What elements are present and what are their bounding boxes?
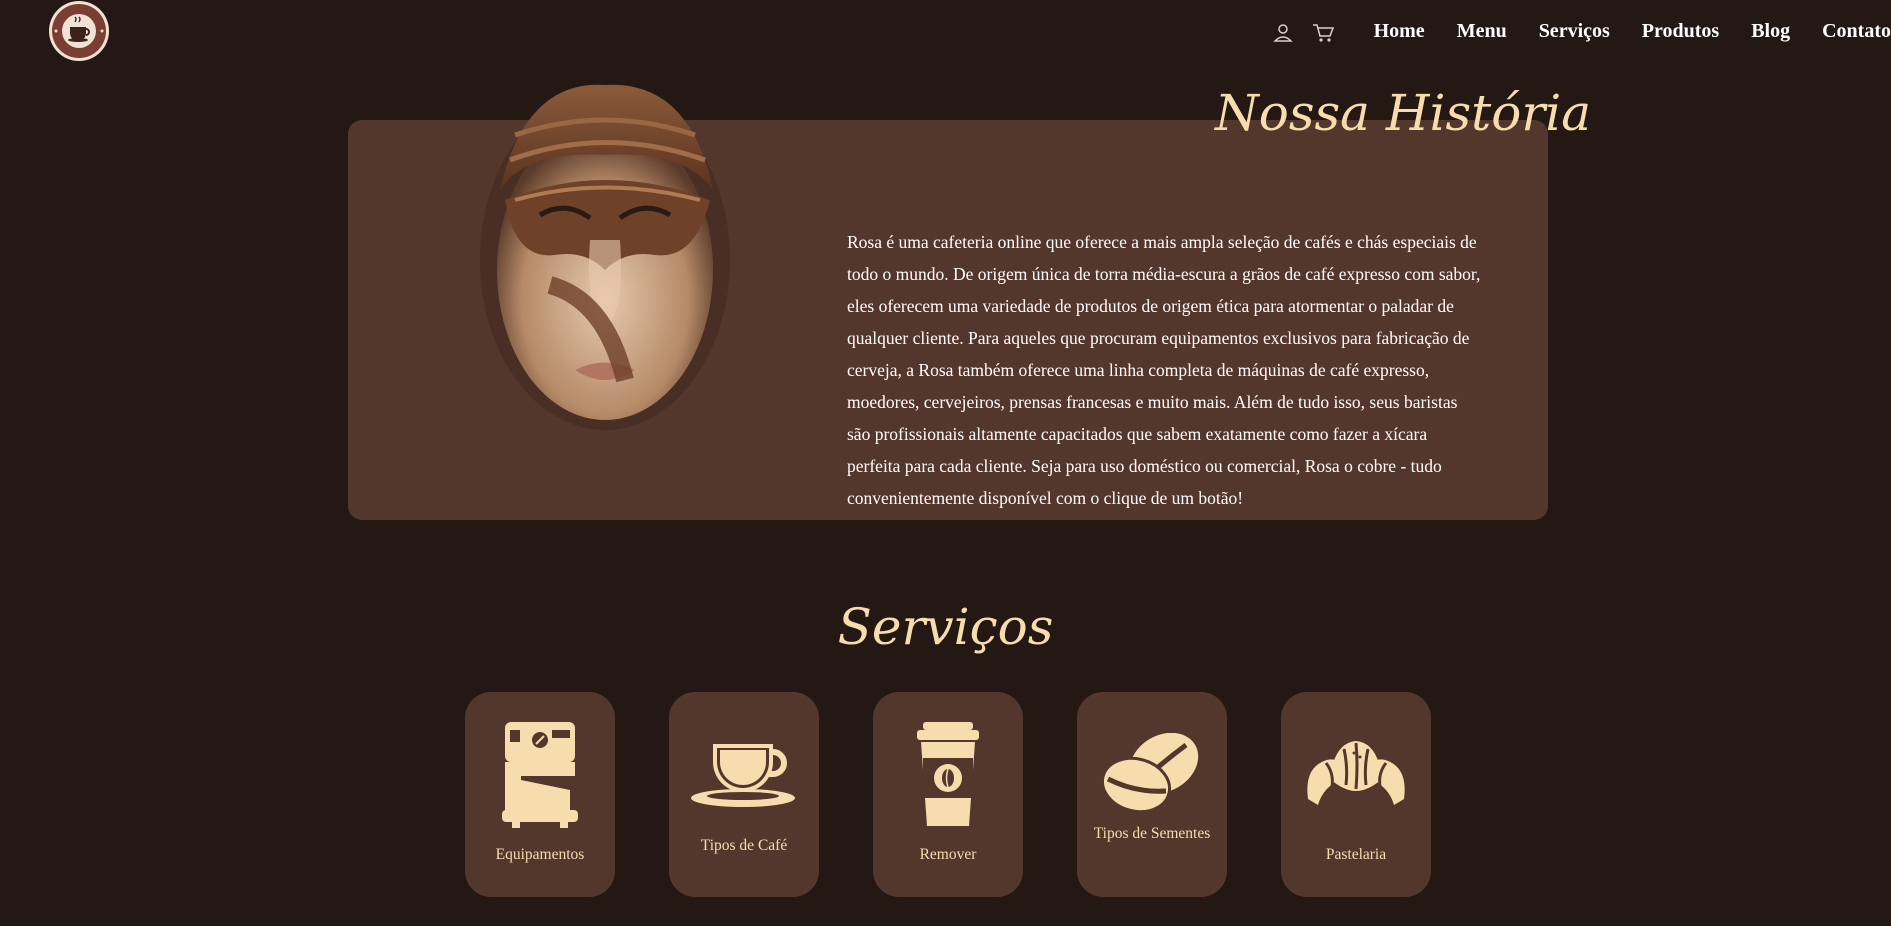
service-label-pastelaria: Pastelaria (1325, 846, 1387, 863)
service-card-equipamentos[interactable]: Equipamentos (465, 692, 615, 897)
main-nav: Home Menu Serviços Produtos Blog Contato (1374, 20, 1891, 43)
nav-blog[interactable]: Blog (1751, 20, 1790, 43)
coffee-cup-icon (669, 720, 819, 830)
nav-contato[interactable]: Contato (1822, 20, 1891, 43)
history-text: Rosa é uma cafeteria online que oferece … (847, 231, 1481, 508)
service-card-remover[interactable]: Remover (873, 692, 1023, 897)
takeaway-cup-icon (873, 720, 1023, 830)
logo[interactable] (48, 0, 110, 62)
cart-icon[interactable] (1312, 22, 1334, 44)
service-label-tipos-de-sementes: Tipos de Sementes (1093, 825, 1211, 842)
service-label-remover: Remover (919, 846, 977, 863)
service-label-equipamentos: Equipamentos (495, 846, 585, 863)
croissant-icon (1281, 720, 1431, 830)
history-title: Nossa História (1215, 84, 1592, 142)
service-card-tipos-de-sementes[interactable]: Tipos de Sementes (1077, 692, 1227, 897)
nav-menu[interactable]: Menu (1457, 20, 1507, 43)
coffee-face-image (455, 40, 775, 430)
espresso-machine-icon (465, 720, 615, 830)
service-label-tipos-de-cafe: Tipos de Café (700, 837, 788, 854)
services-title: Serviços (837, 598, 1054, 656)
nav-servicos[interactable]: Serviços (1539, 20, 1610, 43)
user-icon[interactable] (1272, 22, 1294, 44)
service-card-pastelaria[interactable]: Pastelaria (1281, 692, 1431, 897)
nav-home[interactable]: Home (1374, 20, 1425, 43)
nav-produtos[interactable]: Produtos (1642, 20, 1719, 43)
service-card-tipos-de-cafe[interactable]: Tipos de Café (669, 692, 819, 897)
services-list: Equipamentos Tipos de Café Remover Tipos… (465, 692, 1431, 897)
coffee-beans-icon (1077, 720, 1227, 830)
